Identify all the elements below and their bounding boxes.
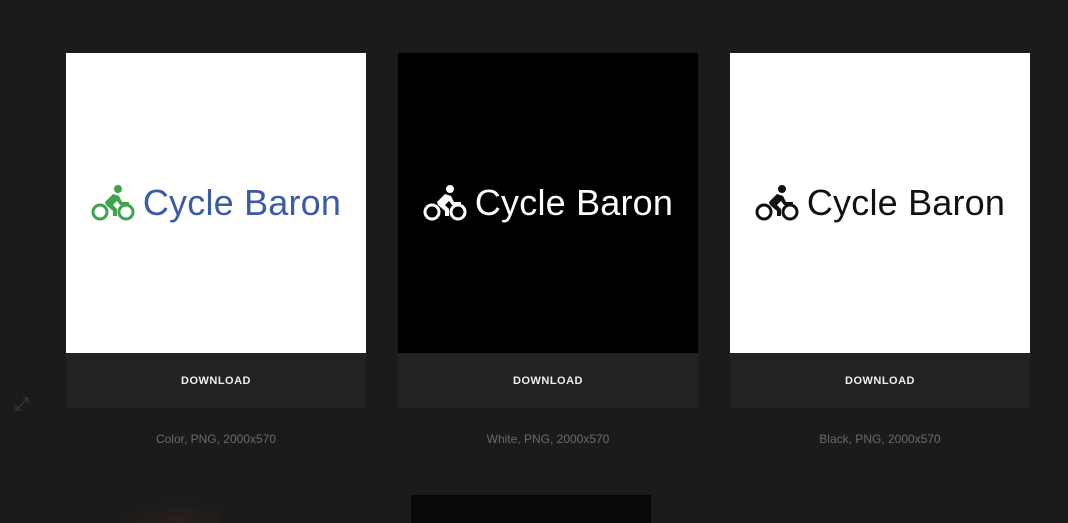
logo-card-color: Cycle Baron DOWNLOAD Color, PNG, 2000x57… bbox=[66, 53, 366, 446]
logo-preview[interactable]: Cycle Baron bbox=[730, 53, 1030, 353]
cyclist-icon bbox=[755, 185, 799, 221]
download-button[interactable]: DOWNLOAD bbox=[730, 353, 1030, 408]
logo: Cycle Baron bbox=[755, 182, 1005, 224]
next-row-thumbnail-left[interactable] bbox=[120, 500, 220, 523]
logo-preview[interactable]: Cycle Baron bbox=[66, 53, 366, 353]
wordmark: Cycle Baron bbox=[806, 182, 1006, 223]
file-caption: White, PNG, 2000x570 bbox=[486, 432, 610, 446]
logo-card-black: Cycle Baron DOWNLOAD Black, PNG, 2000x57… bbox=[730, 53, 1030, 446]
logo-card-white: Cycle Baron DOWNLOAD White, PNG, 2000x57… bbox=[398, 53, 698, 446]
expand-icon[interactable] bbox=[14, 396, 30, 412]
file-caption: Color, PNG, 2000x570 bbox=[155, 432, 277, 446]
wordmark: Cycle Baron bbox=[142, 182, 342, 223]
cyclist-icon bbox=[423, 185, 467, 221]
wordmark: Cycle Baron bbox=[474, 182, 674, 223]
logo: Cycle Baron bbox=[423, 182, 673, 224]
download-button[interactable]: DOWNLOAD bbox=[66, 353, 366, 408]
file-caption: Black, PNG, 2000x570 bbox=[819, 432, 941, 446]
cyclist-icon bbox=[91, 185, 135, 221]
logo: Cycle Baron bbox=[91, 182, 341, 224]
logo-preview[interactable]: Cycle Baron bbox=[398, 53, 698, 353]
next-row-thumbnail[interactable] bbox=[411, 495, 651, 523]
download-button[interactable]: DOWNLOAD bbox=[398, 353, 698, 408]
